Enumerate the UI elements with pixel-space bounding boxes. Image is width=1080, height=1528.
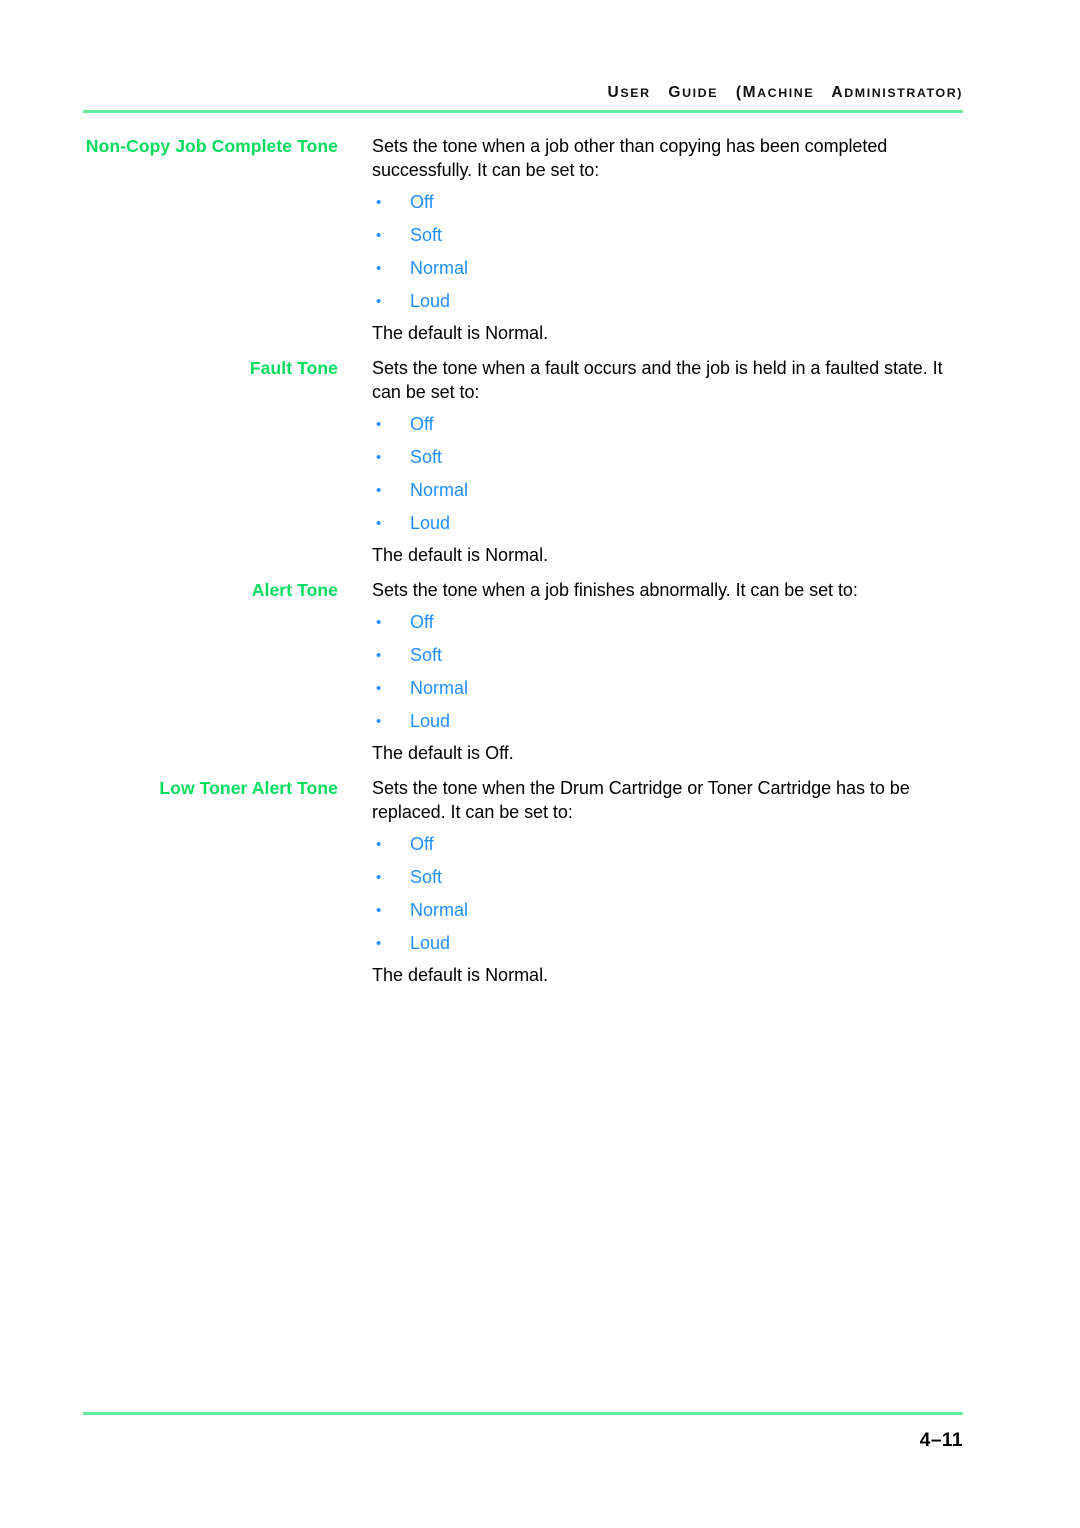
option-item: Loud <box>372 705 963 738</box>
option-item: Normal <box>372 474 963 507</box>
running-header-part-1: USER <box>608 84 651 101</box>
page-number: 4–11 <box>919 1430 963 1451</box>
option-item: Normal <box>372 672 963 705</box>
option-item: Loud <box>372 285 963 318</box>
running-header-rest-2: UIDE <box>682 86 719 100</box>
default-value-line: The default is Normal. <box>372 545 549 565</box>
entry-spacer <box>83 766 963 776</box>
entry-description: Sets the tone when the Drum Cartridge or… <box>372 778 910 822</box>
running-header-rest-1: SER <box>620 86 651 100</box>
running-header-space-3 <box>820 84 826 101</box>
running-header-cap-3: (M <box>735 84 758 101</box>
definition-entry: Low Toner Alert Tone Sets the tone when … <box>83 776 963 988</box>
running-header-part-3: (MACHINE <box>736 84 814 101</box>
option-item: Normal <box>372 252 963 285</box>
footer-rule <box>83 1412 963 1415</box>
definition-list: Non-Copy Job Complete Tone Sets the tone… <box>83 134 963 988</box>
entry-definition: Sets the tone when a job other than copy… <box>338 134 963 346</box>
running-header-space-1 <box>657 84 663 101</box>
entry-term: Fault Tone <box>249 358 338 378</box>
default-value-line: The default is Off. <box>372 743 514 763</box>
option-item: Soft <box>372 861 963 894</box>
entry-description: Sets the tone when a fault occurs and th… <box>372 358 943 402</box>
header-rule <box>83 110 963 113</box>
option-list: Off Soft Normal Loud <box>372 606 963 738</box>
running-header-part-2: GUIDE <box>668 84 718 101</box>
option-item: Soft <box>372 639 963 672</box>
entry-definition: Sets the tone when the Drum Cartridge or… <box>338 776 963 988</box>
entry-term: Alert Tone <box>251 580 338 600</box>
document-page: USER GUIDE (MACHINE ADMINISTRATOR) Non-C… <box>0 0 1080 1528</box>
option-item: Soft <box>372 441 963 474</box>
definition-entry: Non-Copy Job Complete Tone Sets the tone… <box>83 134 963 346</box>
entry-description: Sets the tone when a job finishes abnorm… <box>372 580 858 600</box>
definition-entry: Fault Tone Sets the tone when a fault oc… <box>83 356 963 568</box>
entry-description: Sets the tone when a job other than copy… <box>372 136 888 180</box>
option-list: Off Soft Normal Loud <box>372 408 963 540</box>
option-item: Off <box>372 828 963 861</box>
default-value-line: The default is Normal. <box>372 323 549 343</box>
option-item: Off <box>372 408 963 441</box>
option-list: Off Soft Normal Loud <box>372 828 963 960</box>
entry-definition: Sets the tone when a job finishes abnorm… <box>338 578 963 766</box>
option-list: Off Soft Normal Loud <box>372 186 963 318</box>
running-header-part-4: ADMINISTRATOR) <box>831 84 963 101</box>
running-header-cap-4: A <box>831 84 845 101</box>
default-value-line: The default is Normal. <box>372 965 549 985</box>
entry-term: Non-Copy Job Complete Tone <box>85 136 338 156</box>
definition-entry: Alert Tone Sets the tone when a job fini… <box>83 578 963 766</box>
entry-spacer <box>83 346 963 356</box>
option-item: Off <box>372 606 963 639</box>
running-header-rest-4: DMINISTRATOR) <box>844 86 963 100</box>
option-item: Soft <box>372 219 963 252</box>
entry-term: Low Toner Alert Tone <box>159 778 338 798</box>
option-item: Loud <box>372 507 963 540</box>
option-item: Off <box>372 186 963 219</box>
running-header: USER GUIDE (MACHINE ADMINISTRATOR) <box>83 84 963 102</box>
entry-definition: Sets the tone when a fault occurs and th… <box>338 356 963 568</box>
running-header-cap-1: U <box>607 84 621 101</box>
entry-spacer <box>83 568 963 578</box>
running-header-rest-3: ACHINE <box>757 86 815 100</box>
running-header-cap-2: G <box>668 84 683 101</box>
running-header-space-2 <box>724 84 730 101</box>
option-item: Normal <box>372 894 963 927</box>
option-item: Loud <box>372 927 963 960</box>
